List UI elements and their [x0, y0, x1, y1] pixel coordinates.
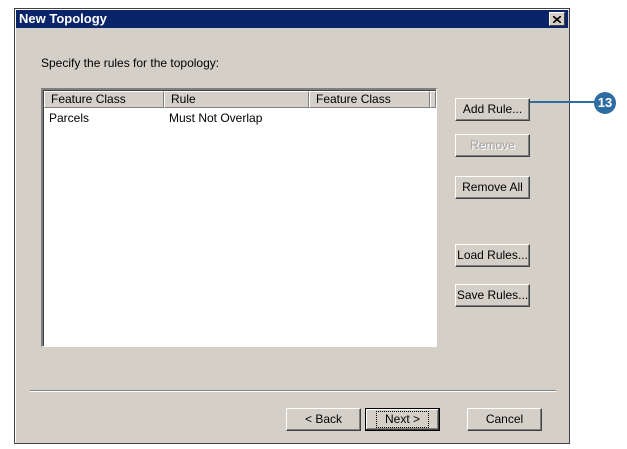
- column-header-feature-class-2[interactable]: Feature Class: [309, 91, 430, 108]
- footer-separator: [30, 390, 556, 392]
- rules-list[interactable]: Feature Class Rule Feature Class Parcels…: [41, 88, 437, 347]
- close-icon: [552, 12, 562, 26]
- remove-all-button[interactable]: Remove All: [455, 176, 530, 199]
- step-callout-badge: 13: [594, 92, 616, 114]
- column-header-rule[interactable]: Rule: [164, 91, 309, 108]
- callout-pointer-line: [530, 101, 598, 103]
- rules-list-header: Feature Class Rule Feature Class: [44, 91, 436, 108]
- cancel-button[interactable]: Cancel: [467, 408, 542, 431]
- new-topology-dialog: New Topology Specify the rules for the t…: [14, 8, 570, 444]
- close-button[interactable]: [549, 12, 565, 26]
- row-rule: Must Not Overlap: [169, 111, 263, 125]
- column-header-feature-class[interactable]: Feature Class: [44, 91, 164, 108]
- back-button[interactable]: < Back: [286, 408, 361, 431]
- add-rule-button[interactable]: Add Rule...: [455, 98, 530, 121]
- remove-button[interactable]: Remove: [455, 134, 530, 157]
- next-button[interactable]: Next >: [365, 408, 440, 431]
- column-header-filler: [430, 91, 436, 108]
- window-title: New Topology: [19, 11, 107, 26]
- instruction-label: Specify the rules for the topology:: [41, 56, 220, 70]
- table-row[interactable]: Parcels Must Not Overlap: [49, 111, 319, 125]
- next-button-label: Next >: [375, 411, 429, 428]
- row-feature-class: Parcels: [49, 111, 90, 125]
- title-bar[interactable]: New Topology: [16, 10, 568, 28]
- save-rules-button[interactable]: Save Rules...: [455, 284, 530, 307]
- load-rules-button[interactable]: Load Rules...: [455, 244, 530, 267]
